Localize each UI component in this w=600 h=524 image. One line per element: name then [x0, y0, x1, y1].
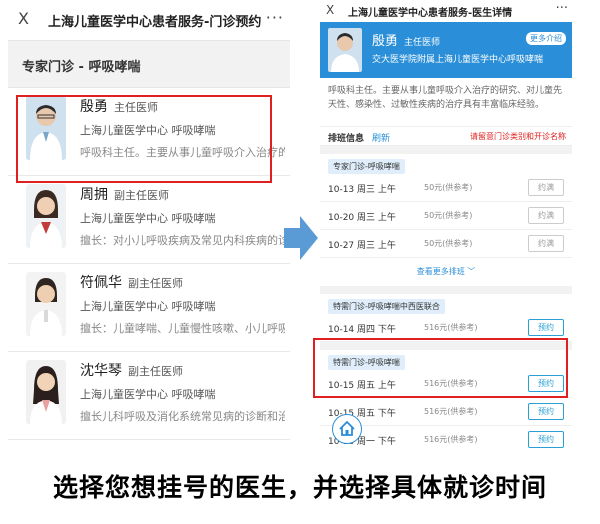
schedule-bar: 排班信息 刷新 请留意门诊类别和开诊名称	[320, 126, 572, 146]
slot-price: 516元(供参考)	[424, 323, 478, 332]
left-page-title: 上海儿童医学中心患者服务-门诊预约	[48, 15, 262, 30]
doctor-description: 擅长：儿童哮喘、儿童慢性咳嗽、小儿呼吸系统	[80, 322, 285, 335]
detail-doctor-title: 主任医师	[404, 38, 441, 48]
full-button[interactable]: 约满	[528, 235, 564, 252]
doctor-hospital: 上海儿童医学中心 呼吸哮喘	[80, 300, 216, 313]
highlight-box-slot	[313, 338, 568, 398]
divider	[320, 146, 572, 154]
doctor-hospital: 上海儿童医学中心 呼吸哮喘	[80, 388, 216, 401]
full-button[interactable]: 约满	[528, 207, 564, 224]
section-header: 专家门诊 - 呼吸哮喘	[8, 40, 290, 88]
slot-date: 10-20 周三 上午	[328, 213, 396, 223]
section-tag: 专家门诊-呼吸哮喘	[328, 159, 405, 174]
more-intro-button[interactable]: 更多介绍	[526, 32, 566, 45]
section-tag: 特需门诊-呼吸哮喘中西医联合	[328, 299, 445, 314]
slot-date: 10-14 周四 下午	[328, 325, 396, 335]
book-button[interactable]: 预约	[528, 319, 564, 336]
doctor-list-screen: X 上海儿童医学中心患者服务-门诊预约 ··· 专家门诊 - 呼吸哮喘 殷勇 主任…	[8, 0, 290, 445]
slot-price: 516元(供参考)	[424, 407, 478, 416]
slot-date: 10-27 周三 上午	[328, 241, 396, 251]
doctor-title: 副主任医师	[114, 189, 169, 202]
doctor-title: 副主任医师	[128, 277, 183, 290]
divider	[320, 286, 572, 294]
detail-doctor-name: 殷勇	[372, 34, 399, 49]
schedule-section-special-combined: 特需门诊-呼吸哮喘中西医联合 10-14 周四 下午 516元(供参考) 预约	[320, 294, 572, 342]
full-button[interactable]: 约满	[528, 179, 564, 196]
close-icon[interactable]: X	[18, 9, 29, 28]
doctor-banner: 殷勇 主任医师 交大医学院附属上海儿童医学中心呼吸哮喘 更多介绍	[320, 22, 572, 78]
slot-price: 50元(供参考)	[424, 239, 473, 248]
doctor-hospital: 上海儿童医学中心 呼吸哮喘	[80, 212, 216, 225]
doctor-avatar	[26, 272, 66, 336]
schedule-section-expert: 专家门诊-呼吸哮喘 10-13 周三 上午 50元(供参考) 约满 10-20 …	[320, 154, 572, 286]
detail-description: 呼吸科主任。主要从事儿童呼吸介入治疗的研究、对儿童先天性、感染性、过敏性疾病的治…	[328, 86, 563, 110]
right-page-title: 上海儿童医学中心患者服务-医生详情	[348, 8, 513, 19]
doctor-description: 擅长：对小儿呼吸疾病及常见内科疾病的诊治有	[80, 234, 285, 247]
schedule-row: 10-20 周三 上午 50元(供参考) 约满	[320, 202, 572, 230]
doctor-item-zhou[interactable]: 周拥 副主任医师 上海儿童医学中心 呼吸哮喘 擅长：对小儿呼吸疾病及常见内科疾病的…	[8, 176, 290, 264]
slot-date: 10-13 周三 上午	[328, 185, 396, 195]
schedule-label: 排班信息	[328, 134, 365, 144]
right-header: X 上海儿童医学中心患者服务-医生详情 ···	[320, 0, 572, 22]
detail-doctor-hospital: 交大医学院附属上海儿童医学中心呼吸哮喘	[372, 55, 544, 65]
schedule-row: 10-13 周三 上午 50元(供参考) 约满	[320, 174, 572, 202]
book-button[interactable]: 预约	[528, 403, 564, 420]
home-icon[interactable]	[332, 414, 362, 444]
doctor-avatar	[328, 28, 362, 72]
doctor-name: 周拥	[80, 187, 108, 203]
doctor-item-fu[interactable]: 符佩华 副主任医师 上海儿童医学中心 呼吸哮喘 擅长：儿童哮喘、儿童慢性咳嗽、小儿…	[8, 264, 290, 352]
more-icon[interactable]: ···	[556, 1, 568, 16]
doctor-item-shen[interactable]: 沈华琴 副主任医师 上海儿童医学中心 呼吸哮喘 擅长儿科呼吸及消化系统常见病的诊断…	[8, 352, 290, 440]
schedule-row: 10-27 周三 上午 50元(供参考) 约满	[320, 230, 572, 258]
doctor-avatar	[26, 184, 66, 248]
close-icon[interactable]: X	[326, 3, 334, 17]
doctor-description: 擅长儿科呼吸及消化系统常见病的诊断和治疗有	[80, 410, 285, 423]
slot-price: 516元(供参考)	[424, 435, 478, 444]
doctor-name: 符佩华	[80, 275, 122, 291]
see-more-link[interactable]: 查看更多排班 ﹀	[320, 258, 572, 286]
schedule-notice: 请留意门诊类别和开诊名称	[470, 132, 566, 141]
right-arrow-icon	[284, 216, 318, 264]
more-icon[interactable]: ···	[266, 8, 284, 27]
book-button[interactable]: 预约	[528, 431, 564, 448]
doctor-avatar	[26, 360, 66, 424]
refresh-link[interactable]: 刷新	[372, 131, 390, 144]
left-header: X 上海儿童医学中心患者服务-门诊预约 ···	[8, 0, 290, 40]
slot-price: 50元(供参考)	[424, 211, 473, 220]
slot-price: 50元(供参考)	[424, 183, 473, 192]
highlight-box-doctor	[16, 95, 272, 183]
doctor-title: 副主任医师	[128, 365, 183, 378]
caption-text: 选择您想挂号的医生，并选择具体就诊时间	[52, 473, 547, 502]
doctor-name: 沈华琴	[80, 363, 122, 379]
